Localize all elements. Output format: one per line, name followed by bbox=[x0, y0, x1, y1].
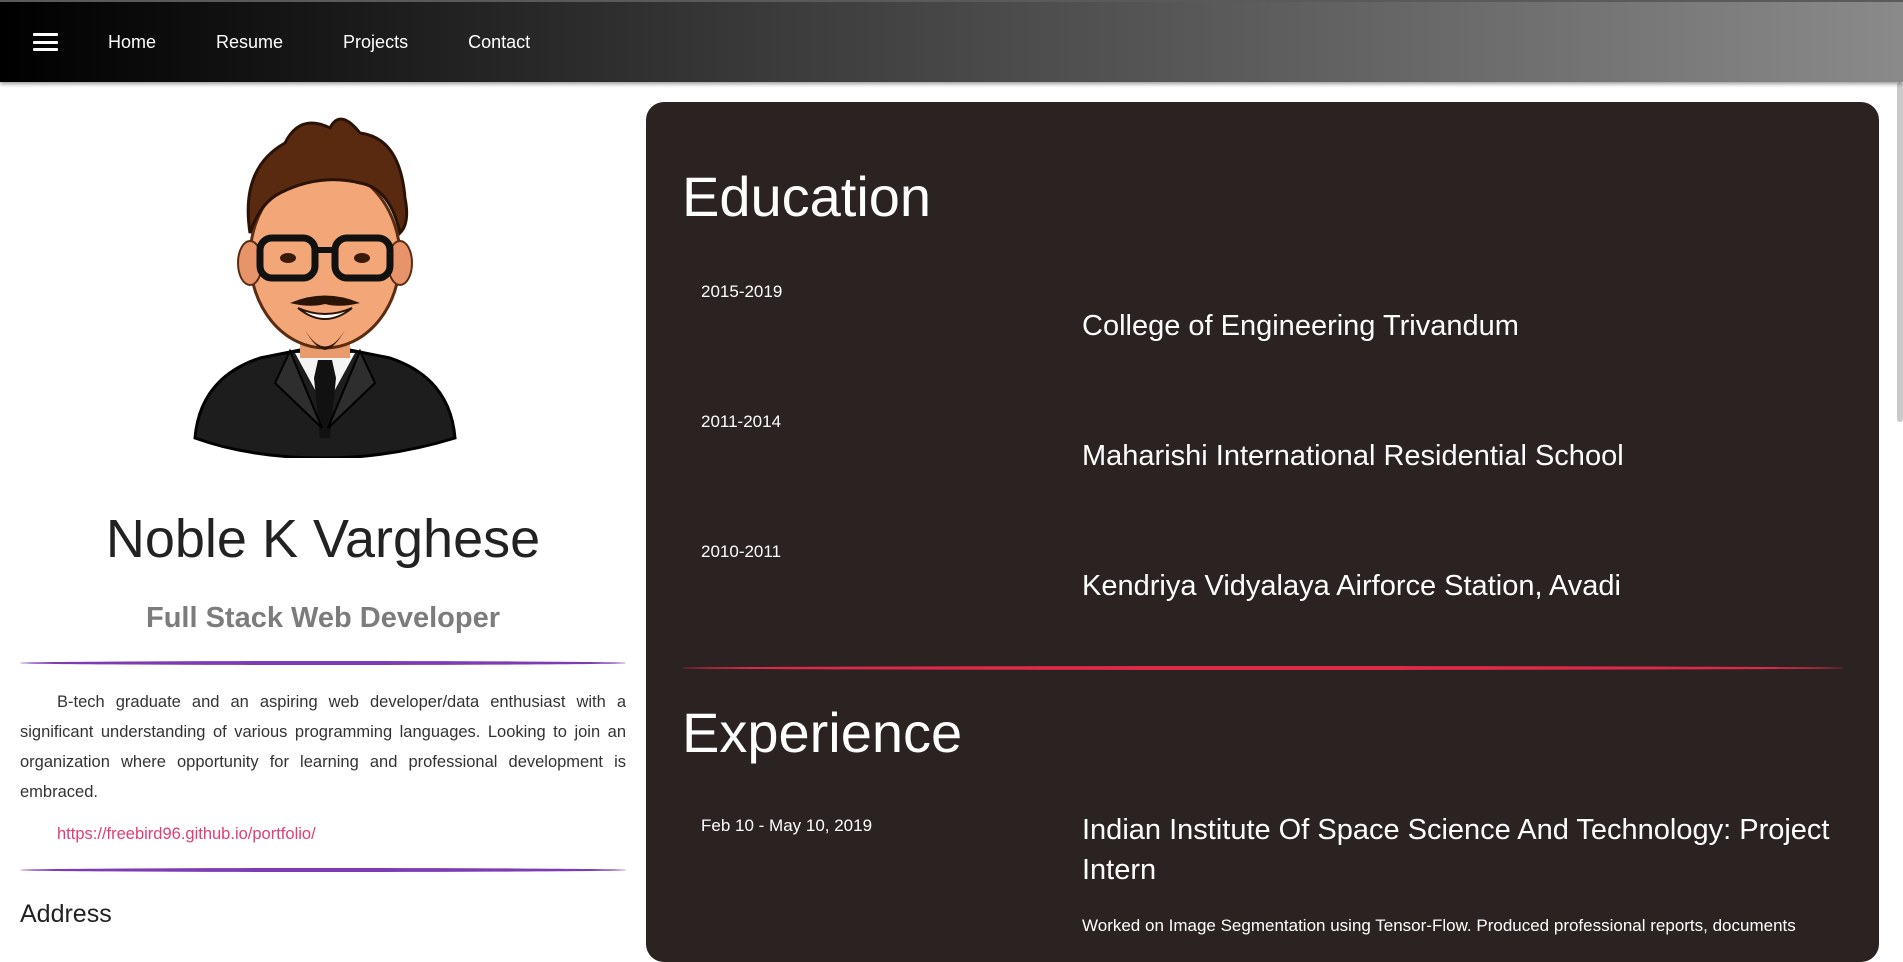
address-heading: Address bbox=[20, 900, 112, 928]
divider bbox=[20, 661, 626, 665]
experience-role: Indian Institute Of Space Science And Te… bbox=[1082, 814, 1830, 886]
page-scrollbar[interactable] bbox=[1897, 82, 1903, 422]
education-institution: Kendriya Vidyalaya Airforce Station, Ava… bbox=[1082, 570, 1621, 602]
experience-dates: Feb 10 - May 10, 2019 bbox=[701, 816, 873, 835]
resume-panel: Education 2015-2019 College of Engineeri… bbox=[646, 102, 1879, 962]
avatar bbox=[193, 117, 457, 458]
experience-description: Worked on Image Segmentation using Tenso… bbox=[1082, 916, 1796, 935]
hamburger-menu-icon[interactable] bbox=[33, 33, 58, 51]
nav-links: Home Resume Projects Contact bbox=[108, 32, 590, 53]
profile-bio: B-tech graduate and an aspiring web deve… bbox=[20, 693, 626, 801]
nav-link-resume[interactable]: Resume bbox=[216, 32, 283, 53]
divider bbox=[20, 868, 626, 872]
top-navbar: Home Resume Projects Contact bbox=[0, 0, 1903, 82]
education-title: Education bbox=[682, 165, 932, 228]
profile-name: Noble K Varghese bbox=[105, 509, 541, 569]
nav-link-home[interactable]: Home bbox=[108, 32, 156, 53]
education-institution: College of Engineering Trivandum bbox=[1082, 310, 1519, 342]
education-years: 2011-2014 bbox=[701, 412, 782, 431]
profile-role: Full Stack Web Developer bbox=[145, 602, 501, 634]
education-years: 2010-2011 bbox=[701, 542, 782, 561]
nav-link-contact[interactable]: Contact bbox=[468, 32, 530, 53]
experience-title: Experience bbox=[682, 701, 963, 764]
nav-link-projects[interactable]: Projects bbox=[343, 32, 408, 53]
education-institution: Maharishi International Residential Scho… bbox=[1082, 440, 1624, 472]
divider bbox=[682, 666, 1844, 670]
portfolio-link[interactable]: https://freebird96.github.io/portfolio/ bbox=[57, 825, 316, 844]
education-years: 2015-2019 bbox=[701, 282, 783, 301]
